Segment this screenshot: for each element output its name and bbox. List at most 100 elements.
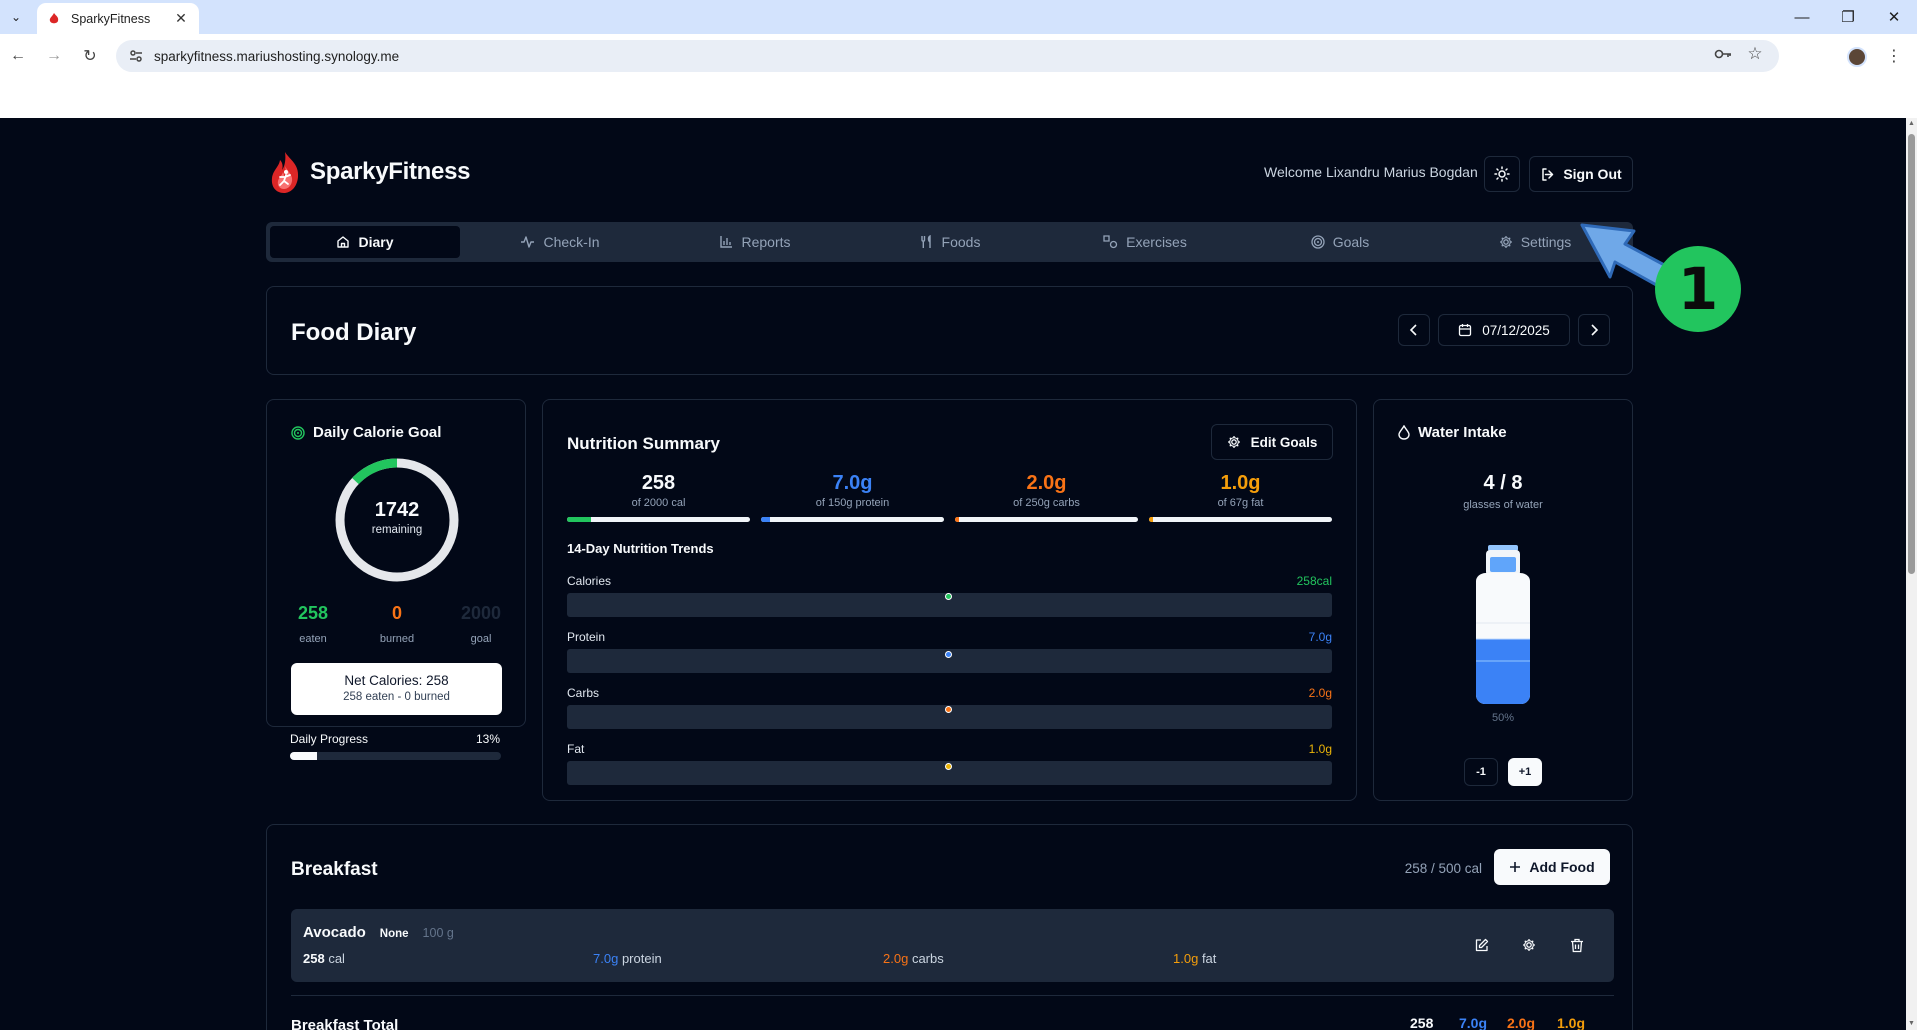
food-settings-button[interactable]: [1513, 929, 1545, 961]
edit-food-button[interactable]: [1465, 929, 1497, 961]
net-calories-sub: 258 eaten - 0 burned: [343, 691, 450, 703]
food-name: Avocado: [303, 924, 366, 941]
gear-icon: [1227, 436, 1240, 448]
tab-exercises[interactable]: Exercises: [1050, 226, 1240, 258]
eaten-label: eaten: [299, 633, 327, 645]
water-plus-button[interactable]: +1: [1508, 758, 1542, 786]
remaining-label: remaining: [371, 524, 423, 536]
tab-goals[interactable]: Goals: [1245, 226, 1435, 258]
scrollbar-thumb[interactable]: [1908, 134, 1915, 574]
sign-out-button[interactable]: Sign Out: [1529, 156, 1633, 192]
tab-diary[interactable]: Diary: [270, 226, 460, 258]
site-info-icon[interactable]: [128, 48, 144, 64]
summary-carbs-bar: [955, 517, 1138, 522]
target-icon: [1311, 235, 1325, 249]
tab-reports[interactable]: Reports: [660, 226, 850, 258]
browser-tab[interactable]: SparkyFitness ✕: [37, 3, 199, 34]
summary-value: 7.0g: [832, 472, 873, 494]
nutrition-summary-title: Nutrition Summary: [567, 434, 721, 453]
date-picker-button[interactable]: 07/12/2025: [1438, 314, 1570, 346]
trend-carbs-point: [945, 706, 952, 713]
browser-menu-icon[interactable]: ⋮: [1884, 44, 1904, 68]
tab-label: Settings: [1520, 234, 1572, 250]
calendar-icon: [1459, 324, 1472, 337]
water-header: Water Intake: [1398, 424, 1507, 441]
trend-calories-value: 258cal: [1296, 574, 1332, 588]
net-calories-box: Net Calories: 258 258 eaten - 0 burned: [291, 663, 502, 715]
trend-carbs-track: [567, 705, 1332, 729]
trend-protein-point: [945, 651, 952, 658]
water-value: 4 / 8: [1483, 472, 1523, 494]
tab-label: Foods: [941, 234, 981, 250]
summary-carbs: 2.0g of 250g carbs: [955, 472, 1138, 509]
summary-protein-bar: [761, 517, 944, 522]
page-scrollbar[interactable]: ▲ ▼: [1906, 118, 1917, 1030]
reload-icon[interactable]: ↻: [78, 44, 102, 68]
theme-toggle-button[interactable]: [1484, 156, 1520, 192]
water-title: Water Intake: [1418, 424, 1507, 441]
sign-out-label: Sign Out: [1563, 166, 1622, 182]
minimize-icon[interactable]: —: [1779, 0, 1825, 34]
food-calories-value: 258: [303, 951, 325, 966]
back-icon[interactable]: ←: [6, 44, 30, 68]
food-fat: 1.0g fat: [1173, 951, 1216, 966]
tab-foods[interactable]: Foods: [855, 226, 1045, 258]
trend-carbs-label: Carbs: [567, 686, 600, 700]
next-day-button[interactable]: [1578, 314, 1610, 346]
restore-icon[interactable]: ❐: [1825, 0, 1871, 34]
food-protein: 7.0g protein: [593, 951, 662, 966]
add-food-button[interactable]: Add Food: [1494, 849, 1610, 885]
bookmark-star-icon[interactable]: ☆: [1741, 40, 1769, 68]
tab-search-dropdown-icon[interactable]: ⌄: [6, 6, 26, 28]
tab-close-icon[interactable]: ✕: [173, 10, 189, 27]
summary-bar-fill: [567, 517, 591, 522]
summary-calories: 258 of 2000 cal: [567, 472, 750, 509]
water-minus-button[interactable]: -1: [1464, 758, 1498, 786]
delete-food-button[interactable]: [1561, 929, 1593, 961]
summary-bar-fill: [955, 517, 959, 522]
browser-toolbar: ← → ↻ sparkyfitness.mariushosting.synolo…: [0, 34, 1917, 118]
add-food-label: Add Food: [1529, 859, 1595, 875]
browser-tab-bar: ⌄ SparkyFitness ✕ — ❐ ✕: [0, 0, 1917, 34]
scroll-down-icon[interactable]: ▼: [1908, 1020, 1915, 1028]
meal-calorie-summary: 258 / 500 cal: [1404, 861, 1482, 876]
meal-title: Breakfast: [291, 859, 378, 880]
edit-icon: [1475, 938, 1488, 951]
password-key-icon[interactable]: [1709, 40, 1737, 68]
trend-protein-label: Protein: [567, 630, 606, 644]
food-fat-value: 1.0g: [1173, 951, 1199, 966]
forward-icon[interactable]: →: [42, 44, 66, 68]
food-entry-row[interactable]: Avocado None 100 g 258 cal 7.0g protein …: [291, 909, 1614, 982]
summary-value: 258: [641, 472, 676, 494]
daily-calorie-goal-card: Daily Calorie Goal 1742 remaining 258 ea…: [266, 399, 526, 727]
brand[interactable]: SparkyFitness: [268, 150, 470, 194]
profile-avatar[interactable]: [1847, 47, 1867, 67]
burned-value: 0: [391, 603, 402, 623]
trash-icon: [1571, 938, 1583, 952]
trend-fat-value: 1.0g: [1308, 742, 1332, 756]
close-window-icon[interactable]: ✕: [1871, 0, 1917, 34]
trend-calories-label: Calories: [567, 574, 612, 588]
address-bar[interactable]: sparkyfitness.mariushosting.synology.me: [116, 40, 1779, 72]
previous-day-button[interactable]: [1398, 314, 1430, 346]
welcome-text: Welcome Lixandru Marius Bogdan: [1264, 164, 1478, 180]
summary-fat: 1.0g of 67g fat: [1149, 472, 1332, 509]
activity-icon: [521, 236, 535, 248]
food-entry-header: Avocado None 100 g: [303, 924, 454, 941]
bar-chart-icon: [720, 236, 733, 248]
daily-progress-fill: [290, 752, 318, 760]
edit-goals-button[interactable]: Edit Goals: [1211, 424, 1333, 460]
summary-bar-fill: [761, 517, 771, 522]
gear-icon: [1499, 236, 1512, 248]
summary-protein: 7.0g of 150g protein: [761, 472, 944, 509]
brand-name: SparkyFitness: [310, 158, 471, 185]
scroll-up-icon[interactable]: ▲: [1908, 120, 1915, 128]
calorie-goal-title: Daily Calorie Goal: [313, 424, 442, 441]
nutrition-summary-card: Nutrition Summary Edit Goals 258 of 2000…: [542, 399, 1357, 801]
utensils-icon: [920, 235, 931, 248]
remaining-value: 1742: [374, 499, 420, 521]
food-brand: None: [379, 928, 409, 940]
tab-label: Exercises: [1126, 234, 1187, 250]
trend-calories-point: [945, 593, 952, 600]
tab-check-in[interactable]: Check-In: [465, 226, 655, 258]
